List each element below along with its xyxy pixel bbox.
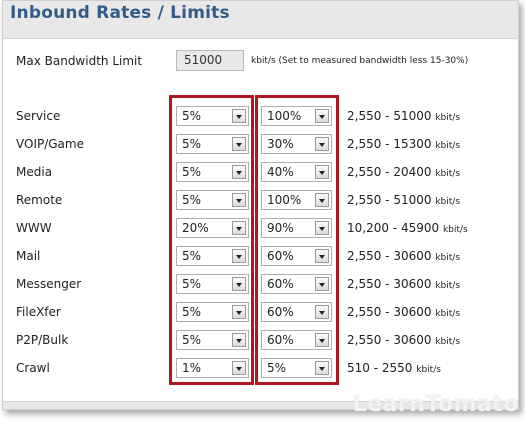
range-p2p-bulk: 2,550 - 30600 kbit/s bbox=[347, 333, 460, 347]
page-title: Inbound Rates / Limits bbox=[10, 3, 230, 23]
bandwidth-note: kbit/s (Set to measured bandwidth less 1… bbox=[251, 56, 469, 66]
range-unit: kbit/s bbox=[435, 337, 461, 347]
max-bandwidth-input[interactable]: 51000 bbox=[176, 50, 244, 71]
row-label-media: Media bbox=[16, 165, 53, 179]
range-value: 2,550 - 30600 bbox=[347, 305, 432, 319]
range-unit: kbit/s bbox=[435, 197, 461, 207]
range-messenger: 2,550 - 30600 kbit/s bbox=[347, 277, 460, 291]
range-unit: kbit/s bbox=[435, 253, 461, 263]
range-service: 2,550 - 51000 kbit/s bbox=[347, 109, 460, 123]
row-label-messenger: Messenger bbox=[16, 277, 82, 291]
range-value: 2,550 - 30600 bbox=[347, 249, 432, 263]
range-unit: kbit/s bbox=[442, 225, 468, 235]
range-remote: 2,550 - 51000 kbit/s bbox=[347, 193, 460, 207]
range-value: 2,550 - 20400 bbox=[347, 165, 432, 179]
range-value: 10,200 - 45900 bbox=[347, 221, 440, 235]
row-label-mail: Mail bbox=[16, 249, 41, 263]
range-filexfer: 2,550 - 30600 kbit/s bbox=[347, 305, 460, 319]
range-unit: kbit/s bbox=[435, 169, 461, 179]
range-value: 2,550 - 15300 bbox=[347, 137, 432, 151]
range-value: 2,550 - 51000 bbox=[347, 109, 432, 123]
learntomato-watermark-logo: LearnTomato bbox=[352, 392, 519, 417]
range-crawl: 510 - 2550 kbit/s bbox=[347, 361, 441, 375]
range-www: 10,200 - 45900 kbit/s bbox=[347, 221, 468, 235]
row-label-remote: Remote bbox=[16, 193, 63, 207]
range-unit: kbit/s bbox=[435, 113, 461, 123]
range-value: 2,550 - 30600 bbox=[347, 333, 432, 347]
range-mail: 2,550 - 30600 kbit/s bbox=[347, 249, 460, 263]
range-voip-game: 2,550 - 15300 kbit/s bbox=[347, 137, 460, 151]
min-column-highlight bbox=[169, 95, 254, 385]
range-unit: kbit/s bbox=[435, 309, 461, 319]
row-label-www: WWW bbox=[16, 221, 52, 235]
row-label-p2p-bulk: P2P/Bulk bbox=[16, 333, 69, 347]
range-unit: kbit/s bbox=[435, 281, 461, 291]
range-value: 2,550 - 30600 bbox=[347, 277, 432, 291]
range-media: 2,550 - 20400 kbit/s bbox=[347, 165, 460, 179]
row-label-voip-game: VOIP/Game bbox=[16, 137, 84, 151]
range-value: 510 - 2550 bbox=[347, 361, 413, 375]
row-label-filexfer: FileXfer bbox=[16, 305, 61, 319]
row-label-service: Service bbox=[16, 109, 61, 123]
max-column-highlight bbox=[255, 95, 339, 385]
row-label-crawl: Crawl bbox=[16, 361, 50, 375]
range-unit: kbit/s bbox=[435, 141, 461, 151]
range-unit: kbit/s bbox=[416, 365, 441, 375]
range-value: 2,550 - 51000 bbox=[347, 193, 432, 207]
bandwidth-label: Max Bandwidth Limit bbox=[16, 54, 143, 68]
